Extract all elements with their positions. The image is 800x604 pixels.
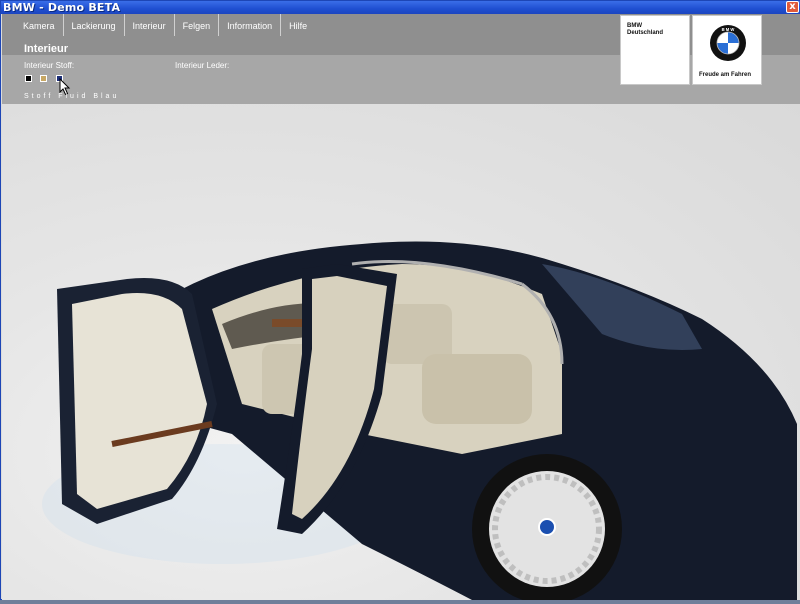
main-menu: Kamera Lackierung Interieur Felgen Infor… — [15, 14, 315, 41]
menu-item-information[interactable]: Information — [219, 14, 282, 36]
brand-line1: BMW — [627, 23, 642, 29]
title-bar[interactable]: BMW - Demo BETA x — [1, 1, 800, 14]
menu-item-interieur[interactable]: Interieur — [125, 14, 175, 36]
fabric-label: Interieur Stoff: — [24, 61, 75, 70]
brand-line2: Deutschland — [627, 30, 664, 36]
leather-label: Interieur Leder: — [175, 61, 230, 70]
bmw-logo-box: B M W Freude am Fahren — [692, 15, 762, 85]
bmw-deutschland-box: BMW Deutschland — [620, 15, 690, 85]
window-title: BMW - Demo BETA — [3, 1, 121, 14]
menu-item-felgen[interactable]: Felgen — [175, 14, 220, 36]
app-window: BMW - Demo BETA x Kamera Lackierung Inte… — [0, 0, 800, 604]
menu-item-hilfe[interactable]: Hilfe — [281, 14, 315, 36]
car-3d-viewport[interactable] — [2, 104, 800, 604]
swatch-black[interactable] — [25, 75, 32, 82]
section-title: Interieur — [24, 43, 69, 55]
car-3d-render — [42, 241, 797, 604]
brand-slogan: Freude am Fahren — [699, 72, 752, 78]
menu-item-lackierung[interactable]: Lackierung — [64, 14, 125, 36]
swatch-beige[interactable] — [40, 75, 47, 82]
menu-item-kamera[interactable]: Kamera — [15, 14, 64, 36]
close-button[interactable]: x — [786, 1, 799, 13]
selected-material-name: Stoff Fluid Blau — [24, 93, 120, 100]
bmw-roundel-letters: B M W — [722, 27, 735, 32]
bmw-roundel-icon: B M W — [710, 25, 746, 61]
